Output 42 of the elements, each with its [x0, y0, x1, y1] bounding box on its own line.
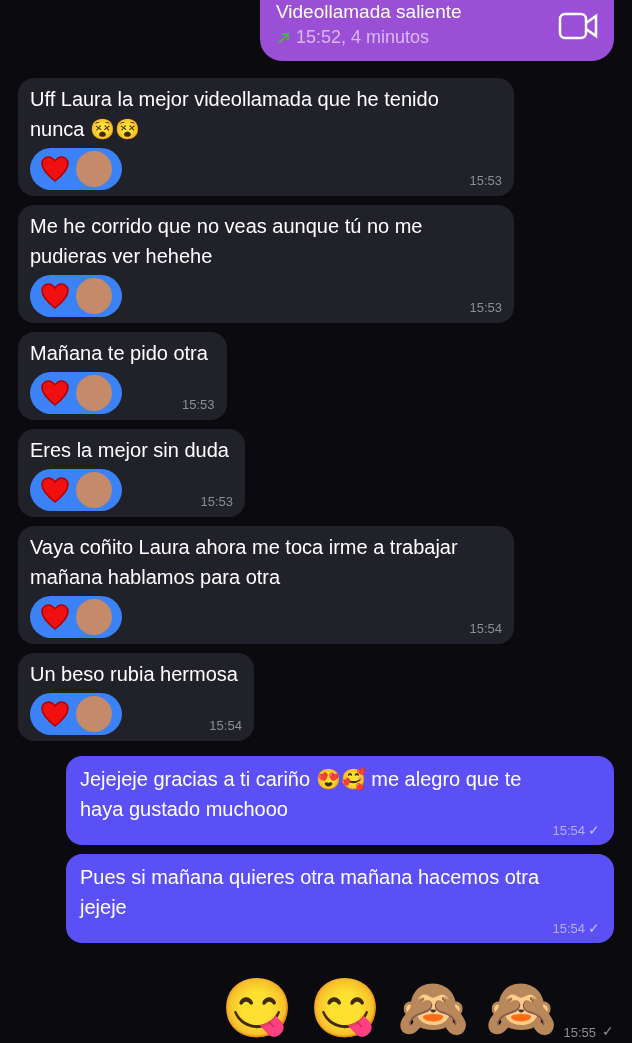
reaction-pill[interactable] [30, 148, 122, 190]
message-time: 15:53 [469, 298, 502, 317]
message-time: 15:54 [552, 821, 585, 840]
reaction-pill[interactable] [30, 693, 122, 735]
call-detail: 15:52, 4 minutos [296, 26, 430, 49]
reactor-avatar [76, 375, 112, 411]
message-text: Uff Laura la mejor videollamada que he tenido nunca 😵😵 [30, 87, 440, 142]
reactor-avatar [76, 472, 112, 508]
message-text: Pues si mañana quieres otra mañana hacemos otra jejeje [80, 865, 541, 920]
reaction-pill[interactable] [30, 372, 122, 414]
sent-check: ✓ [602, 1022, 614, 1041]
emoji-message: 😋 😋 🙈 🙈 [221, 974, 558, 1042]
message-time: 15:55 [563, 1023, 596, 1042]
reactor-avatar [76, 696, 112, 732]
message-text: Vaya coñito Laura ahora me toca irme a trabajar mañana hablamos para otra [30, 535, 459, 590]
sent-check: ✓ [588, 821, 600, 840]
heart-icon [40, 476, 70, 504]
message-time: 15:53 [200, 492, 233, 511]
heart-icon [40, 155, 70, 183]
reaction-pill[interactable] [30, 275, 122, 317]
message-time: 15:54 [209, 716, 242, 735]
heart-icon [40, 379, 70, 407]
reaction-pill[interactable] [30, 596, 122, 638]
message-time: 15:54 [552, 919, 585, 938]
message-text: Eres la mejor sin duda [30, 438, 230, 463]
call-title: Videollamada saliente [276, 0, 462, 24]
reactor-avatar [76, 599, 112, 635]
message-time: 15:53 [469, 171, 502, 190]
message-text: Jejejeje gracias a ti cariño 😍🥰 me alegro que te haya gustado muchooo [80, 766, 523, 822]
message-text: Me he corrido que no veas aunque tú no me pudieras ver hehehe [30, 214, 424, 269]
reactor-avatar [76, 278, 112, 314]
message-time: 15:54 [469, 619, 502, 638]
reactor-avatar [76, 151, 112, 187]
sent-check: ✓ [588, 919, 600, 938]
message-time: 15:53 [182, 395, 215, 414]
heart-icon [40, 603, 70, 631]
message-text: Mañana te pido otra [30, 341, 209, 366]
heart-icon [40, 282, 70, 310]
heart-icon [40, 700, 70, 728]
message-text: Un beso rubia hermosa [30, 662, 239, 687]
reaction-pill[interactable] [30, 469, 122, 511]
video-camera-icon [558, 10, 598, 41]
